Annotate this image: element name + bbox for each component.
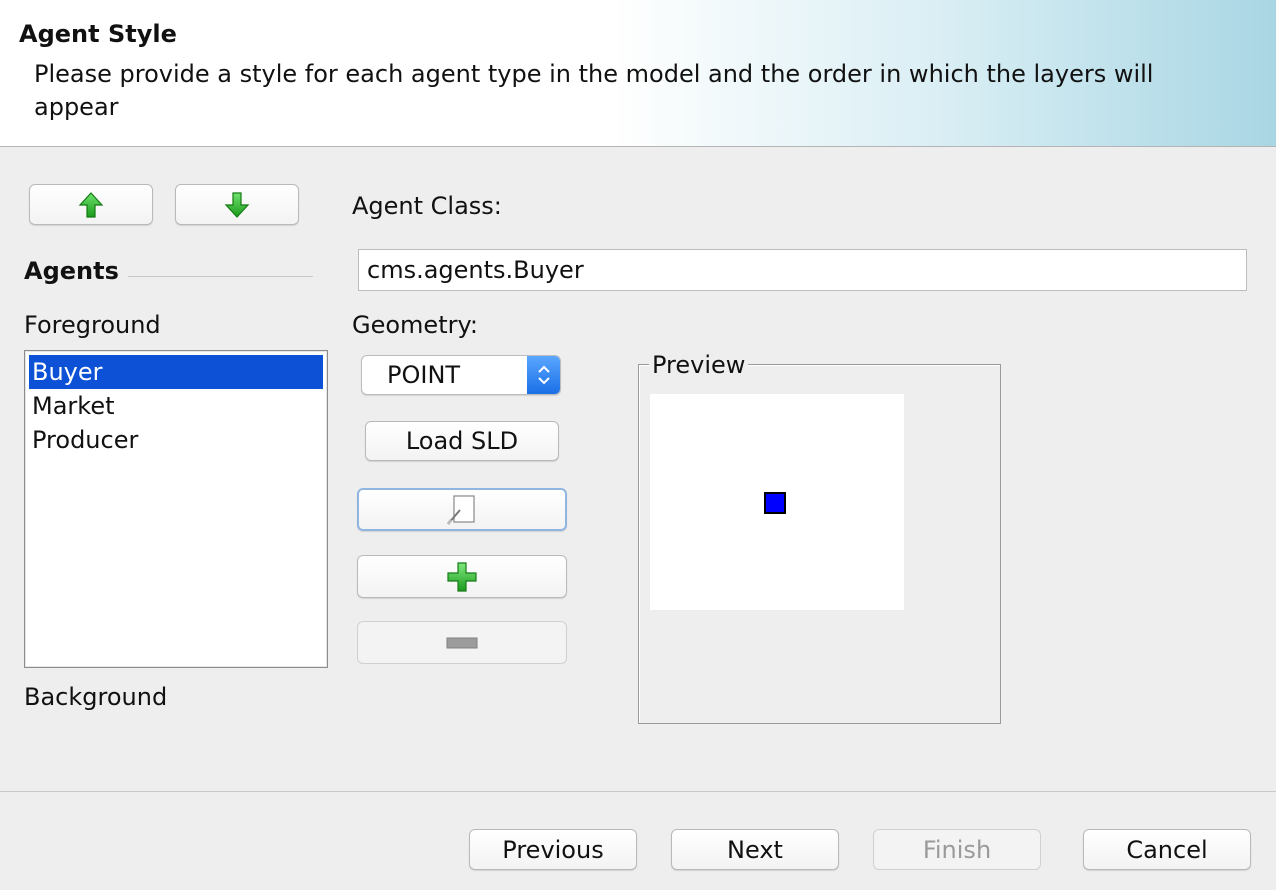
edit-style-icon <box>446 494 475 525</box>
footer-separator <box>0 791 1276 792</box>
agents-heading: Agents <box>24 257 119 285</box>
agent-list[interactable]: Buyer Market Producer <box>24 350 328 668</box>
preview-point-symbol <box>764 492 786 514</box>
preview-title: Preview <box>649 351 749 379</box>
page-description: Please provide a style for each agent ty… <box>34 60 1154 121</box>
edit-style-button[interactable] <box>357 488 567 531</box>
move-up-button[interactable] <box>29 184 153 225</box>
geometry-select[interactable]: POINT <box>361 355 561 395</box>
preview-canvas <box>650 394 904 610</box>
agent-class-field[interactable] <box>358 249 1247 291</box>
agents-heading-separator <box>128 276 313 277</box>
green-up-arrow-icon <box>78 191 104 218</box>
minus-icon <box>446 637 478 648</box>
foreground-label: Foreground <box>24 311 161 339</box>
list-item[interactable]: Market <box>29 389 323 423</box>
geometry-label: Geometry: <box>352 311 479 339</box>
list-item[interactable]: Producer <box>29 423 323 457</box>
background-label: Background <box>24 683 168 711</box>
previous-button[interactable]: Previous <box>469 829 637 870</box>
geometry-select-value: POINT <box>387 361 461 389</box>
add-style-button[interactable] <box>357 555 567 598</box>
load-sld-button[interactable]: Load SLD <box>365 421 559 461</box>
remove-style-button[interactable] <box>357 621 567 664</box>
next-button[interactable]: Next <box>671 829 839 870</box>
wizard-header: Agent Style Please provide a style for e… <box>0 0 1276 147</box>
list-item[interactable]: Buyer <box>29 355 323 389</box>
chevron-up-down-icon <box>527 356 560 394</box>
finish-button[interactable]: Finish <box>873 829 1041 870</box>
cancel-button[interactable]: Cancel <box>1083 829 1251 870</box>
green-down-arrow-icon <box>224 191 250 218</box>
agent-class-label: Agent Class: <box>352 192 502 220</box>
move-down-button[interactable] <box>175 184 299 225</box>
preview-panel: Preview <box>638 351 1001 724</box>
green-plus-icon <box>447 561 477 592</box>
page-title: Agent Style <box>19 20 177 48</box>
